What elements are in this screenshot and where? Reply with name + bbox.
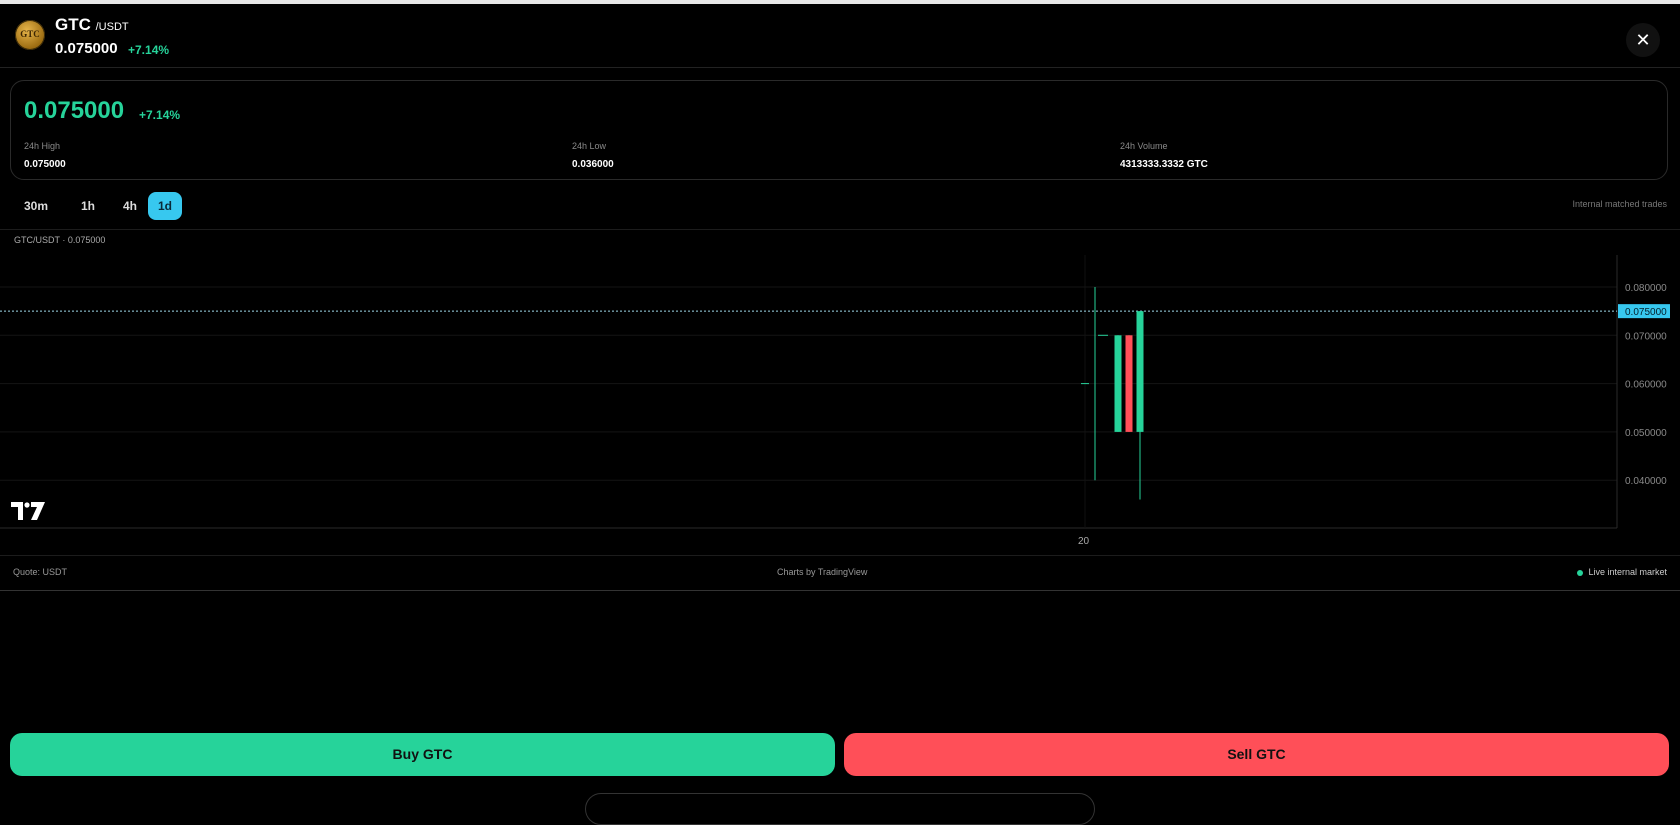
coin-logo-text: GTC <box>20 29 40 39</box>
pair-suffix: /USDT <box>95 21 129 33</box>
header-price: 0.075000 <box>55 40 118 57</box>
y-tick-label: 0.050000 <box>1625 428 1667 439</box>
timeframe-bar: 30m 1h 4h 1d Internal matched trades <box>0 185 1680 230</box>
timeframe-30m[interactable]: 30m <box>14 192 58 220</box>
timeframe-1h[interactable]: 1h <box>71 192 105 220</box>
last-price: 0.075000 <box>24 97 125 124</box>
pair-title: GTC /USDT <box>55 15 129 35</box>
candle-body <box>1136 311 1144 432</box>
bottom-panel-edge <box>585 793 1095 825</box>
y-tick-label: 0.040000 <box>1625 476 1667 487</box>
chart-canvas[interactable]: 0.080000 0.070000 0.060000 0.050000 0.040000… <box>0 230 1680 555</box>
live-dot-icon <box>1577 569 1584 576</box>
chart-footer: Quote: USDT Charts by TradingView Live i… <box>0 555 1680 591</box>
volume-label: 24h Volume <box>1120 141 1168 151</box>
timeframe-1d[interactable]: 1d <box>148 192 183 220</box>
price-chart[interactable]: GTC/USDT · 0.075000 0.080000 0.070000 0.06… <box>0 230 1680 555</box>
header: GTC GTC /USDT 0.075000 +7.14% ✕ <box>0 4 1680 68</box>
price-change: +7.14% <box>139 108 181 122</box>
y-tick-label: 0.060000 <box>1625 380 1667 391</box>
chart-credit[interactable]: Charts by TradingView <box>777 567 867 577</box>
buy-button[interactable]: Buy GTC <box>10 733 835 776</box>
low-value: 0.036000 <box>572 159 614 170</box>
current-price-label: 0.075000 <box>1625 307 1667 318</box>
x-tick-label: 20 <box>1078 536 1090 547</box>
candle-body <box>1125 335 1133 432</box>
low-label: 24h Low <box>572 141 607 151</box>
volume-value: 4313333.3332 GTC <box>1120 159 1208 170</box>
high-label: 24h High <box>24 141 61 151</box>
y-tick-label: 0.080000 <box>1625 283 1667 294</box>
sell-button[interactable]: Sell GTC <box>844 733 1669 776</box>
quote-currency: Quote: USDT <box>13 567 68 577</box>
close-button[interactable]: ✕ <box>1626 23 1660 57</box>
market-status: Live internal market <box>1577 567 1667 577</box>
tradingview-logo-icon <box>11 502 45 520</box>
market-status-text: Live internal market <box>1588 567 1667 577</box>
coin-symbol: GTC <box>55 15 91 34</box>
coin-logo-icon: GTC <box>15 20 45 50</box>
stats-card: 0.075000 +7.14% 24h High 0.075000 24h Lo… <box>10 80 1668 180</box>
timeframe-note: Internal matched trades <box>1572 199 1667 209</box>
high-value: 0.075000 <box>24 159 66 170</box>
timeframe-4h[interactable]: 4h <box>113 192 147 220</box>
header-change: +7.14% <box>128 43 170 57</box>
candle-body <box>1114 335 1122 432</box>
y-tick-label: 0.070000 <box>1625 331 1667 342</box>
